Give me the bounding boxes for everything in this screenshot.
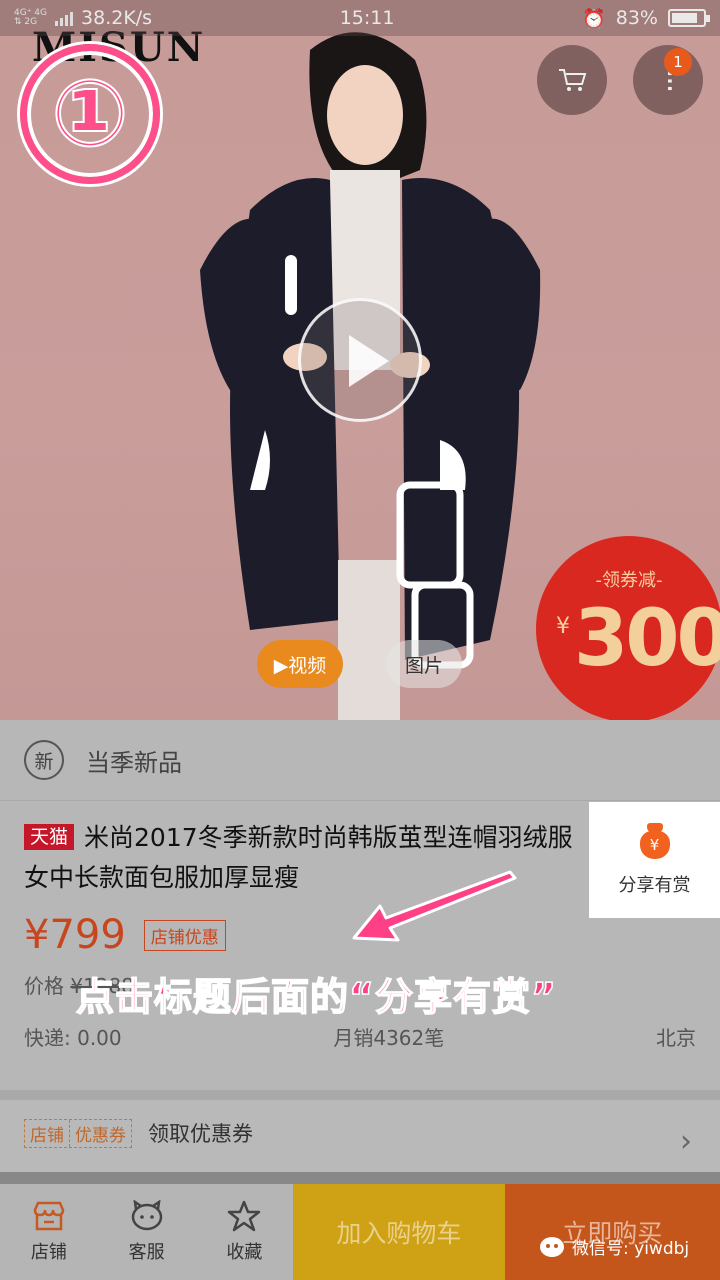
product-image-gallery[interactable]: MISUN ① ··· 1 ▶视频 图片 -领券减- ¥ 300 (0, 0, 720, 720)
bottom-action-bar: 店铺 客服 收藏 加入购物车 立即购买 (0, 1184, 720, 1280)
cart-icon (559, 69, 587, 91)
ship-location: 北京 (655, 1026, 696, 1050)
favorite-label: 收藏 (226, 1242, 263, 1263)
store-icon (33, 1201, 65, 1231)
notification-badge: 1 (664, 48, 692, 76)
watermark-text: 微信号: yiwdbj (572, 1239, 690, 1259)
new-season-label: 当季新品 (86, 748, 182, 777)
screen: MISUN ① ··· 1 ▶视频 图片 -领券减- ¥ 300 4G⁺ 4G … (0, 0, 720, 1280)
coupon-seal-title: -领券减- (595, 570, 663, 591)
annotation-arrow-icon (352, 870, 517, 942)
shipping-fee: 快递: 0.00 (24, 1026, 122, 1050)
claim-coupon-label: 领取优惠券 (148, 1122, 253, 1146)
coupon-seal-currency: ¥ (556, 614, 570, 639)
customer-service-icon (131, 1200, 162, 1231)
customer-service-label: 客服 (128, 1242, 165, 1263)
store-tab[interactable]: 店铺 (0, 1184, 98, 1280)
step-number-annotation: ① (20, 44, 160, 184)
coupon-row[interactable]: 店铺 优惠券 领取优惠券 › (0, 1090, 720, 1172)
store-discount-tag[interactable]: 店铺优惠 (143, 919, 226, 951)
instruction-annotation: 点击标题后面的“分享有赏” (75, 974, 557, 1020)
money-bag-icon: ¥ (638, 823, 672, 859)
battery-icon (667, 9, 710, 27)
battery-percent: 83% (615, 7, 658, 29)
monthly-sales: 月销4362笔 (333, 1026, 445, 1050)
coupon-discount-seal: -领券减- ¥ 300 (536, 536, 720, 720)
store-coupon-tag: 店铺 优惠券 (24, 1118, 132, 1148)
tmall-tag: 天猫 (24, 824, 75, 850)
current-price: ¥799 (24, 912, 126, 958)
share-reward-label: 分享有赏 (618, 875, 691, 896)
customer-service-tab[interactable]: 客服 (98, 1184, 196, 1280)
buy-now-button[interactable]: 立即购买 (504, 1184, 720, 1280)
photo-tab[interactable]: 图片 (386, 640, 462, 688)
new-badge-icon: 新 (24, 740, 64, 780)
price-row: ¥799 店铺优惠 (24, 912, 226, 958)
alarm-icon: ⏰ (582, 7, 606, 30)
coupon-seal-amount: 300 (574, 594, 720, 684)
step-number: ① (50, 60, 130, 167)
play-video-button[interactable] (298, 298, 422, 422)
add-to-cart-button[interactable]: 加入购物车 (293, 1184, 505, 1280)
share-reward-button[interactable]: ¥ 分享有赏 (589, 802, 720, 918)
favorite-tab[interactable]: 收藏 (195, 1184, 293, 1280)
divider (0, 800, 720, 801)
star-icon (228, 1200, 261, 1232)
clock: 15:11 (339, 7, 395, 29)
network-type: 4G⁺ 4G ⇅ 2G (14, 8, 48, 27)
wechat-icon (540, 1236, 564, 1257)
wechat-watermark: 微信号: yiwdbj (540, 1234, 689, 1259)
video-tab[interactable]: ▶视频 (257, 640, 343, 688)
cart-button[interactable] (537, 45, 607, 115)
status-bar: 4G⁺ 4G ⇅ 2G 38.2K/s 15:11 ⏰ 83% (0, 0, 720, 36)
shipping-sales-location-row: 快递: 0.00 月销4362笔 北京 (24, 1022, 696, 1051)
chevron-right-icon: › (680, 1124, 692, 1159)
signal-icon (55, 10, 74, 26)
store-tab-label: 店铺 (30, 1242, 67, 1263)
new-season-row: 新 当季新品 (24, 740, 182, 780)
network-speed: 38.2K/s (81, 7, 153, 29)
